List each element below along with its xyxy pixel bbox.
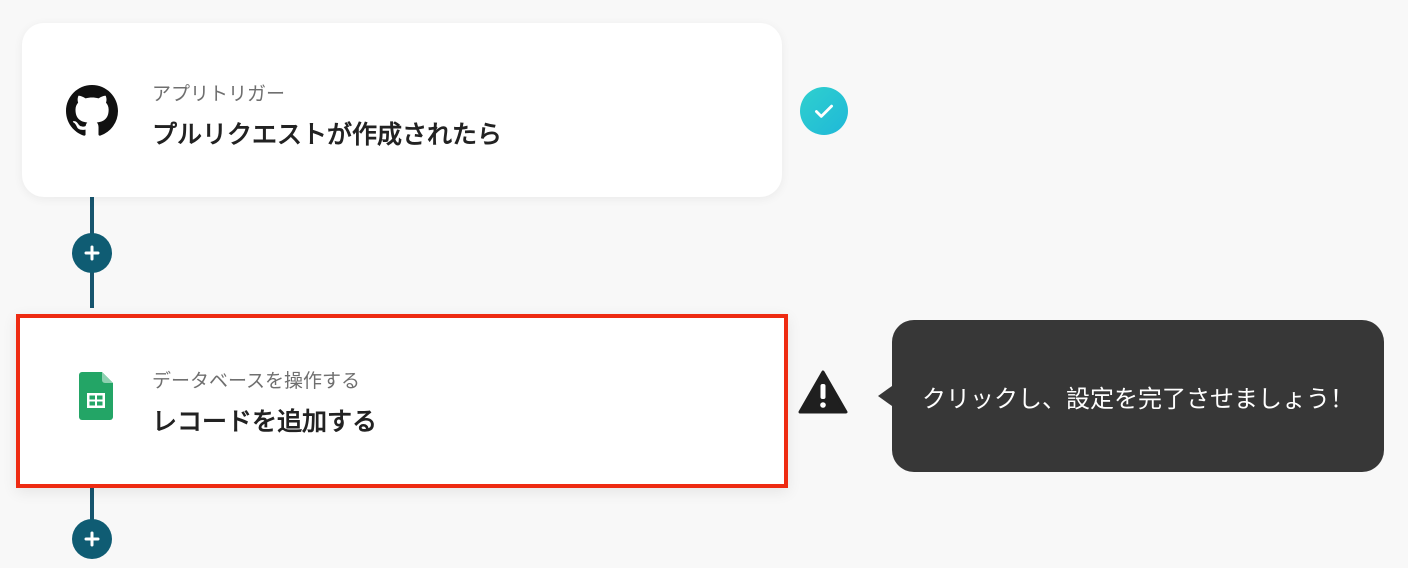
google-sheets-icon <box>74 368 118 424</box>
workflow-canvas: アプリトリガー プルリクエストが作成されたら データベースを操作する レコードを… <box>0 0 1408 568</box>
action-step-subtitle: データベースを操作する <box>152 370 361 392</box>
plus-icon <box>84 245 100 261</box>
trigger-step-subtitle: アプリトリガー <box>152 83 286 105</box>
check-icon <box>800 87 848 135</box>
action-step-title: レコードを追加する <box>152 407 378 436</box>
warning-icon <box>798 370 848 414</box>
trigger-step-card[interactable]: アプリトリガー プルリクエストが作成されたら <box>22 23 782 197</box>
tooltip-text: クリックし、設定を完了させましょう！ <box>922 384 1354 413</box>
github-icon <box>66 85 118 137</box>
plus-icon <box>84 531 100 547</box>
add-step-button[interactable] <box>72 519 112 559</box>
add-step-button[interactable] <box>72 233 112 273</box>
action-step-card[interactable]: データベースを操作する レコードを追加する <box>16 314 788 488</box>
tooltip-arrow <box>878 386 892 406</box>
trigger-step-title: プルリクエストが作成されたら <box>152 120 503 149</box>
setup-hint-tooltip: クリックし、設定を完了させましょう！ <box>892 320 1384 472</box>
